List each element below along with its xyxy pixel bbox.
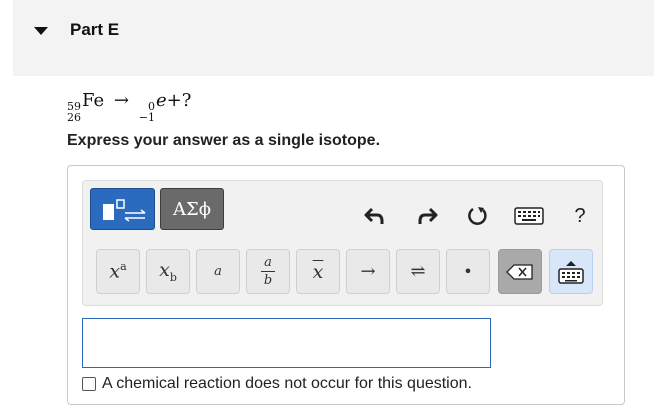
key-superscript-label: xa <box>109 260 127 283</box>
templates-mode-button[interactable] <box>90 188 155 230</box>
collapse-caret-icon[interactable] <box>34 27 48 35</box>
key-isotope-label: a <box>214 264 222 279</box>
key-subscript-label: xb <box>159 259 177 284</box>
reactant-symbol: Fe <box>82 90 105 111</box>
key-overbar[interactable]: x <box>296 249 340 294</box>
keyboard-icon <box>558 260 584 284</box>
fraction-bar <box>261 271 275 272</box>
key-equilibrium[interactable]: ⇌ <box>396 249 440 294</box>
templates-icon <box>103 199 146 222</box>
key-fraction[interactable]: a b <box>246 249 290 294</box>
fraction-top: a <box>264 255 272 270</box>
key-superscript[interactable]: xa <box>96 249 140 294</box>
key-overbar-label: x <box>312 260 324 283</box>
undo-icon[interactable] <box>360 202 388 230</box>
key-dot[interactable]: • <box>446 249 490 294</box>
product-atomic-number: −1 <box>138 111 155 124</box>
reset-icon[interactable] <box>464 202 492 230</box>
redo-icon[interactable] <box>414 202 442 230</box>
product-isotope: 0 −1 e <box>139 90 167 123</box>
delete-button[interactable] <box>498 249 542 294</box>
question-equation: 59 26 Fe → 0 −1 e +? <box>67 90 192 123</box>
unknown-product: +? <box>166 90 192 111</box>
fraction-bottom: b <box>263 273 273 288</box>
no-reaction-checkbox[interactable] <box>82 377 96 391</box>
reaction-arrow: → <box>113 90 129 111</box>
product-symbol: e <box>155 90 167 111</box>
key-isotope[interactable]: a <box>196 249 240 294</box>
help-button[interactable]: ? <box>566 202 594 230</box>
part-title: Part E <box>70 20 120 39</box>
answer-input[interactable] <box>82 318 491 368</box>
key-arrow[interactable]: → <box>346 249 390 294</box>
instruction-text: Express your answer as a single isotope. <box>67 132 381 149</box>
no-reaction-option[interactable]: A chemical reaction does not occur for t… <box>82 375 472 393</box>
keyboard-shortcuts-icon[interactable] <box>513 202 545 230</box>
toggle-keyboard-button[interactable] <box>549 249 593 294</box>
reactant-atomic-number: 26 <box>67 111 81 124</box>
backspace-icon <box>506 263 533 280</box>
greek-mode-button[interactable]: ΑΣϕ <box>160 188 224 230</box>
no-reaction-label: A chemical reaction does not occur for t… <box>102 375 472 392</box>
key-subscript[interactable]: xb <box>146 249 190 294</box>
reactant-isotope: 59 26 Fe <box>67 90 104 123</box>
